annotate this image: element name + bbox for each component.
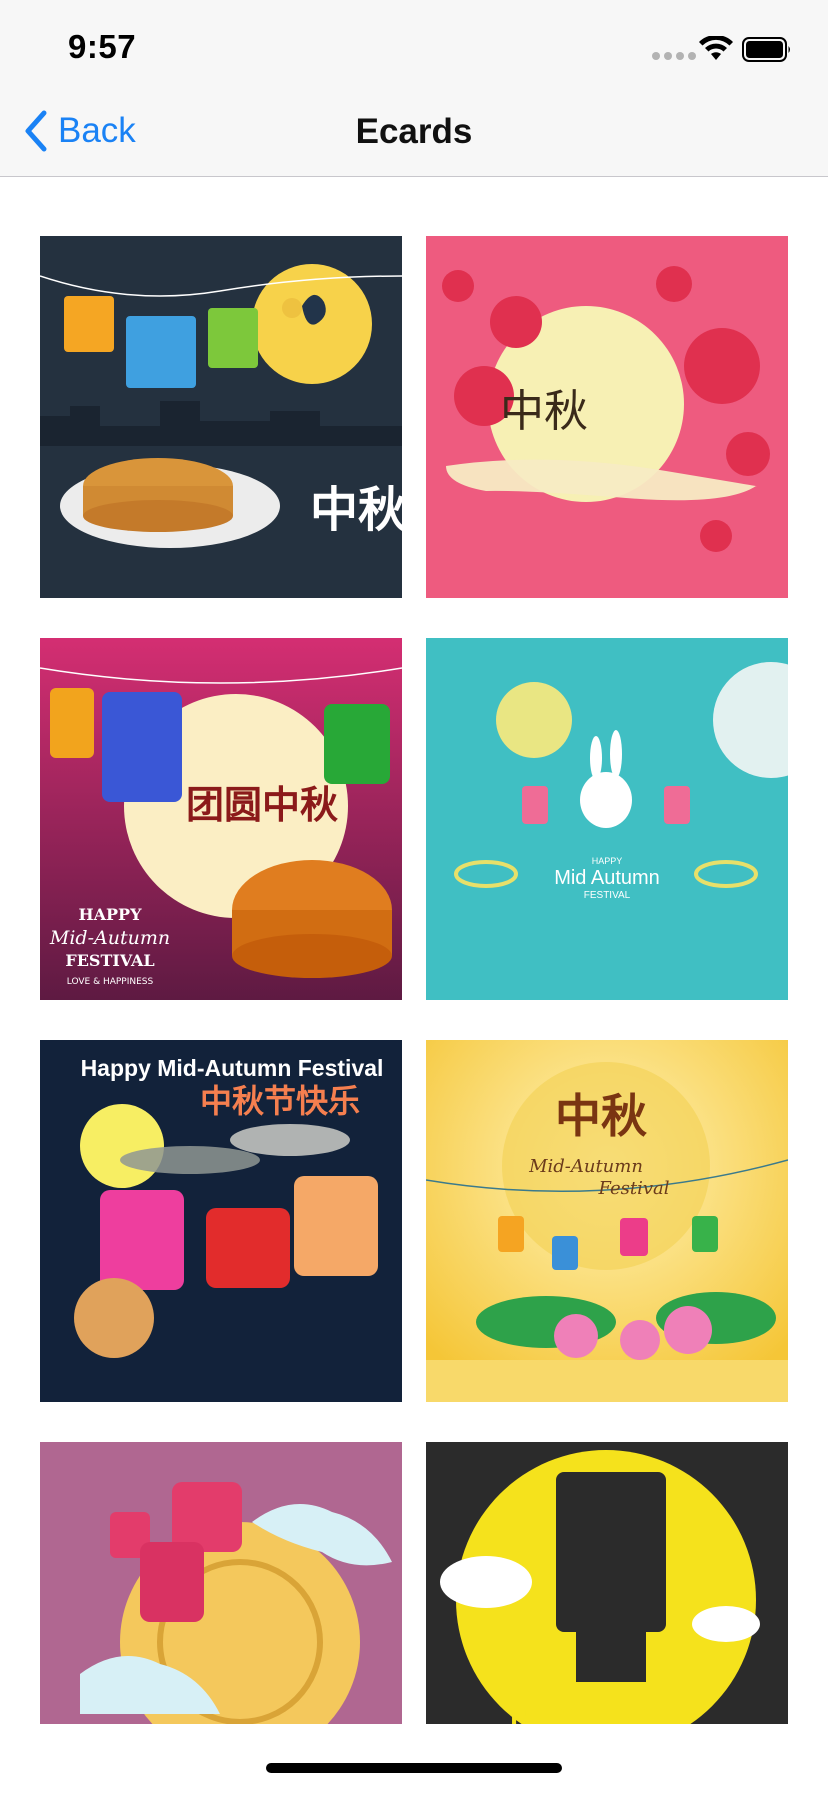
card8-caption: 中秋节快乐 (509, 1707, 699, 1724)
card6-caption: 中秋 (555, 1089, 647, 1143)
ecard-magenta-lanterns-mooncake[interactable]: 团圆中秋 HAPPY Mid-Autumn FESTIVAL LOVE & HA… (40, 638, 402, 1000)
ecard-grid: 中秋 中秋 团圆中秋 HAPPY Mid-Autumn FESTIVAL LOV… (40, 236, 788, 1804)
ecard-lanterns-moon-mooncake[interactable]: 中秋 (40, 236, 402, 598)
wifi-icon (699, 36, 733, 60)
card5-line1: Happy Mid-Autumn Festival (81, 1055, 384, 1081)
card3-line3: FESTIVAL (65, 951, 154, 970)
ecard-pink-blossom-moon[interactable]: 中秋 (426, 236, 788, 598)
card2-caption: 中秋 (500, 386, 588, 437)
ecard-dark-yellow-moon-lantern[interactable]: 中秋节快乐 (426, 1442, 788, 1804)
card3-caption: 团圆中秋 (186, 782, 338, 827)
card6-line1: Mid-Autumn (528, 1156, 643, 1177)
card1-caption: 中秋 (310, 482, 402, 538)
card3-line4: LOVE & HAPPINESS (67, 977, 154, 987)
battery-icon (742, 37, 790, 62)
status-time: 9:57 (68, 28, 137, 65)
ecard-navy-paper-lanterns[interactable]: Happy Mid-Autumn Festival 中秋节快乐 (40, 1040, 402, 1402)
card3-line1: HAPPY (78, 905, 142, 924)
card4-line3: FESTIVAL (584, 890, 631, 901)
ecard-purple-lanterns-clouds[interactable] (40, 1442, 402, 1804)
status-bar: 9:57 (0, 0, 828, 96)
card5-line2: 中秋节快乐 (200, 1082, 360, 1120)
ecard-golden-lotus-moon[interactable]: 中秋 Mid-Autumn Festival (426, 1040, 788, 1402)
card4-line2: Mid Autumn (554, 867, 660, 889)
home-indicator[interactable] (266, 1763, 562, 1773)
card4-line1: HAPPY (592, 856, 623, 866)
card3-line2: Mid-Autumn (49, 927, 170, 949)
ecard-teal-rabbit[interactable]: HAPPY Mid Autumn FESTIVAL (426, 638, 788, 1000)
navigation-bar: Back Ecards (0, 96, 828, 177)
card6-line2: Festival (597, 1178, 669, 1199)
page-title: Ecards (355, 112, 473, 151)
cellular-signal-icon (652, 52, 696, 60)
